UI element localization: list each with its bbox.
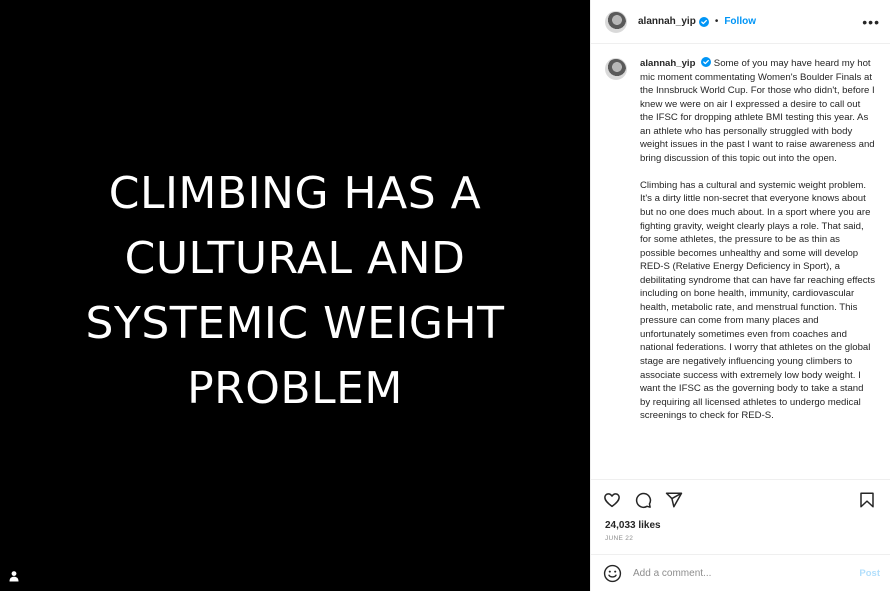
likes-count[interactable]: 24,033 likes bbox=[591, 520, 890, 531]
comment-icon[interactable] bbox=[634, 491, 652, 509]
post-image-line: CLIMBING HAS A bbox=[108, 167, 482, 219]
post-image-line: PROBLEM bbox=[187, 362, 403, 414]
more-options-icon[interactable]: ••• bbox=[862, 14, 880, 30]
caption-paragraph: alannah_yip Some of you may have heard m… bbox=[640, 57, 876, 165]
heart-icon[interactable] bbox=[603, 491, 621, 509]
verified-badge-icon bbox=[698, 16, 709, 27]
avatar[interactable] bbox=[605, 10, 627, 33]
post-comment-button[interactable]: Post bbox=[859, 568, 880, 579]
header-username[interactable]: alannah_yip bbox=[638, 16, 696, 27]
caption-paragraph-text: Some of you may have heard my hot mic mo… bbox=[640, 58, 875, 164]
caption-paragraph: Climbing has a cultural and systemic wei… bbox=[640, 179, 876, 422]
caption-text: alannah_yip Some of you may have heard m… bbox=[640, 57, 876, 479]
post-view: CLIMBING HAS A CULTURAL AND SYSTEMIC WEI… bbox=[0, 0, 890, 591]
caption-avatar[interactable] bbox=[605, 58, 627, 80]
post-image-line: SYSTEMIC WEIGHT bbox=[85, 297, 505, 349]
person-tag-icon[interactable] bbox=[8, 570, 20, 582]
comment-bar: Post bbox=[591, 554, 890, 591]
emoji-icon[interactable] bbox=[603, 564, 622, 583]
post-image-line: CULTURAL AND bbox=[124, 232, 466, 284]
action-bar bbox=[591, 479, 890, 519]
follow-button[interactable]: Follow bbox=[724, 16, 756, 27]
bookmark-icon[interactable] bbox=[858, 491, 876, 509]
post-date[interactable]: JUNE 22 bbox=[591, 531, 890, 542]
separator-dot: • bbox=[714, 16, 719, 27]
post-side-panel: alannah_yip • Follow ••• alannah_yip Som… bbox=[590, 0, 890, 591]
share-icon[interactable] bbox=[665, 491, 683, 509]
caption-username[interactable]: alannah_yip bbox=[640, 58, 695, 69]
post-image[interactable]: CLIMBING HAS A CULTURAL AND SYSTEMIC WEI… bbox=[0, 0, 590, 591]
post-header: alannah_yip • Follow ••• bbox=[591, 0, 890, 44]
verified-badge-icon bbox=[701, 57, 712, 67]
post-image-text: CLIMBING HAS A CULTURAL AND SYSTEMIC WEI… bbox=[15, 161, 575, 421]
comment-input[interactable] bbox=[633, 567, 860, 579]
caption-area: alannah_yip Some of you may have heard m… bbox=[591, 44, 890, 479]
